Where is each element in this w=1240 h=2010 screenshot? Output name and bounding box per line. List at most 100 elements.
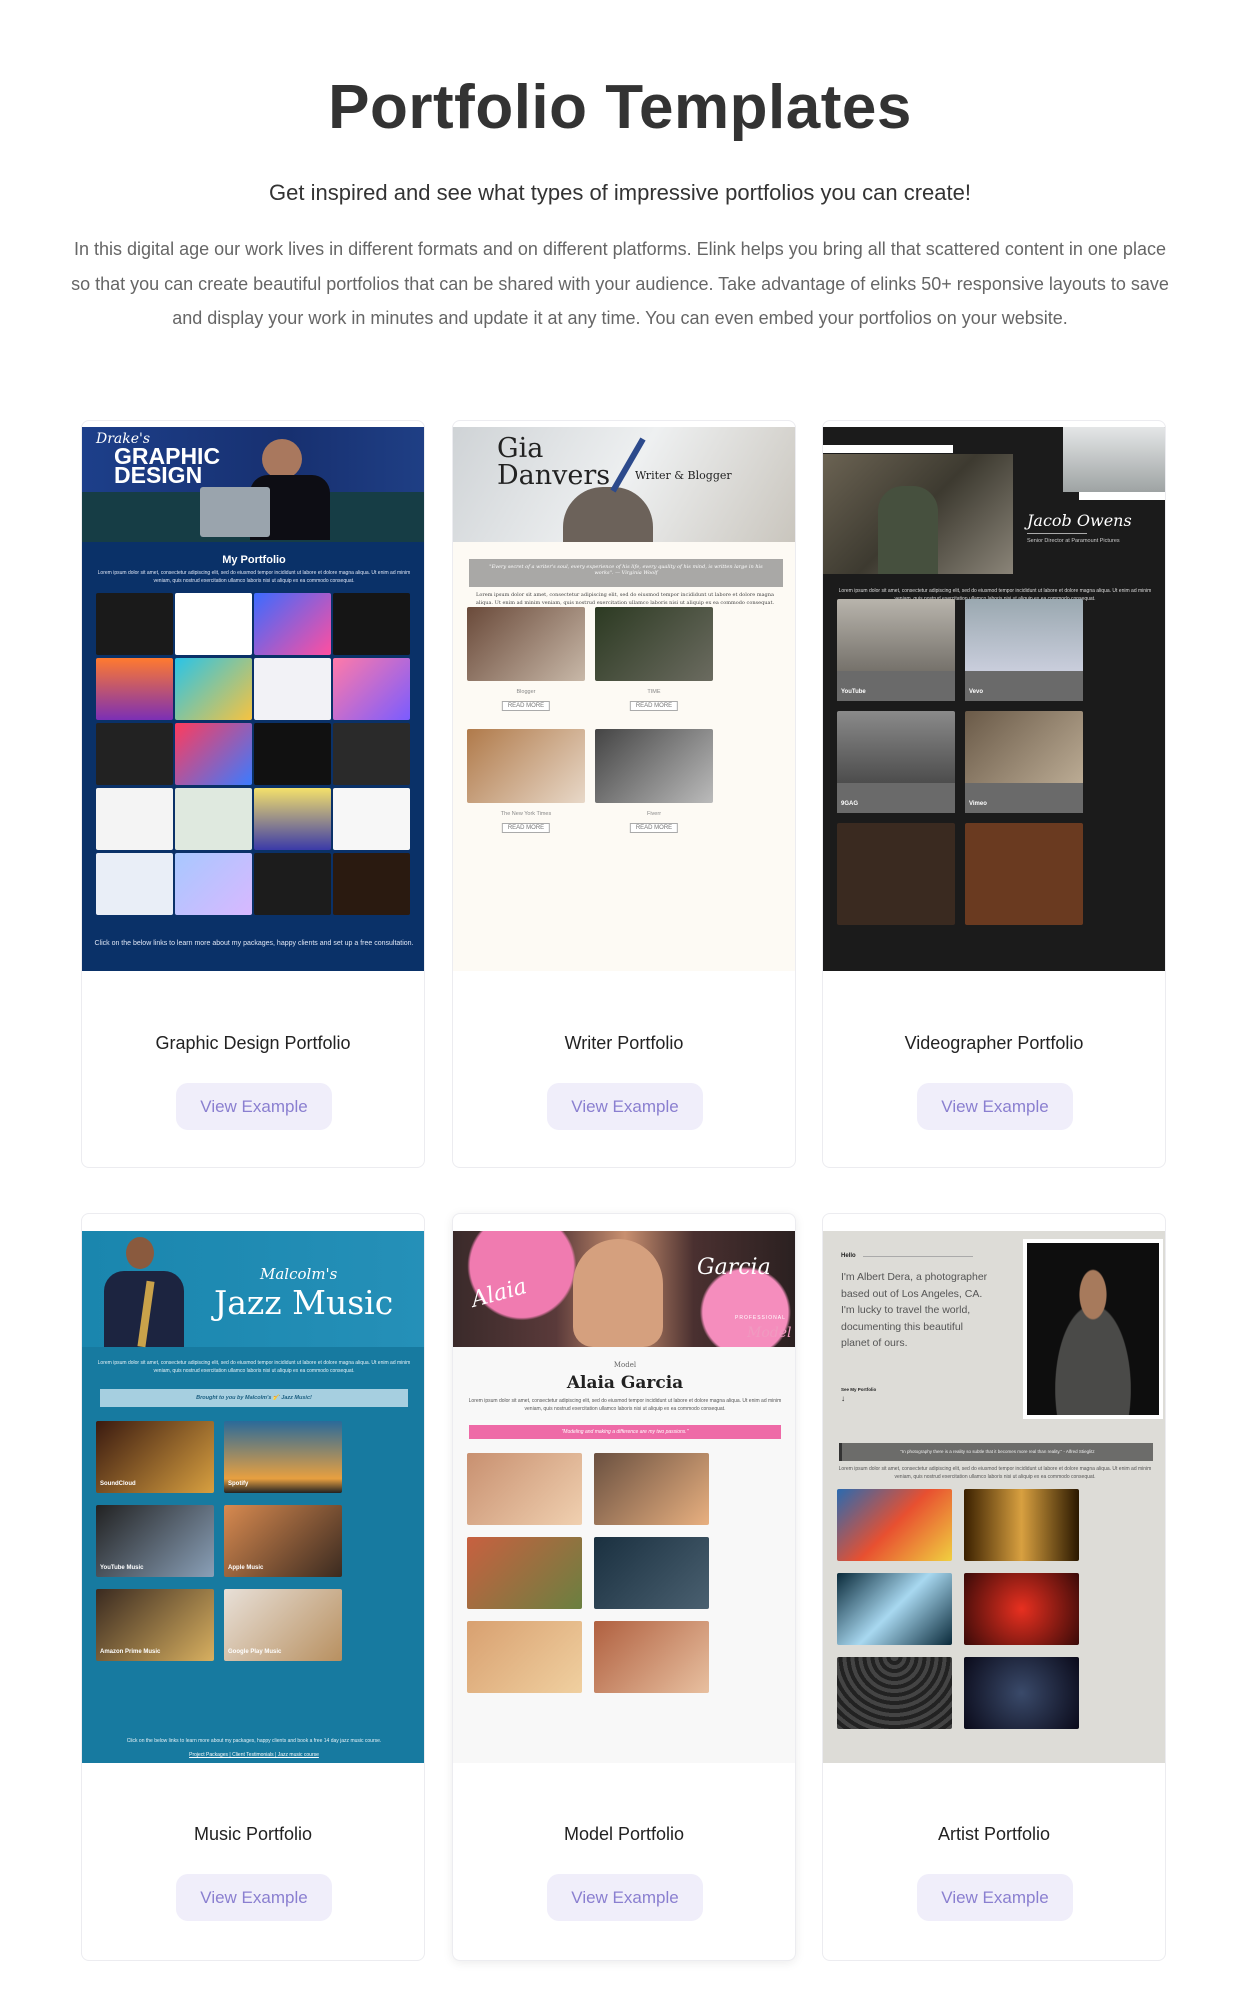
card-videographer: Jacob Owens Senior Director at Paramount… bbox=[822, 420, 1166, 1168]
lorem-text: Lorem ipsum dolor sit amet, consectetur … bbox=[468, 1398, 782, 1412]
lorem-text: Lorem ipsum dolor sit amet, consectetur … bbox=[838, 1466, 1152, 1480]
card-caption: Artist Portfolio bbox=[937, 1824, 1051, 1844]
gallery-tile: SoundCloud bbox=[96, 1421, 214, 1493]
quote-box: "Every secret of a writer's soul, every … bbox=[469, 559, 783, 587]
view-example-button[interactable]: View Example bbox=[176, 1083, 332, 1130]
gallery-tile bbox=[333, 593, 410, 655]
gallery-tile bbox=[96, 788, 173, 850]
tile-label: SoundCloud bbox=[100, 1481, 136, 1487]
hero-headline: GRAPHIC DESIGN bbox=[114, 443, 221, 488]
tile-label: Vimeo bbox=[969, 801, 987, 807]
view-example-button[interactable]: View Example bbox=[547, 1083, 703, 1130]
thumbnail-model[interactable]: Alaia Garcia PROFESSIONAL Model Model Al… bbox=[453, 1231, 795, 1763]
card-caption: Videographer Portfolio bbox=[904, 1033, 1084, 1053]
gallery-tile bbox=[333, 788, 410, 850]
gallery-tile bbox=[96, 593, 173, 655]
card-caption: Model Portfolio bbox=[563, 1824, 685, 1844]
gallery-tile bbox=[254, 658, 331, 720]
page-subtitle: Get inspired and see what types of impre… bbox=[269, 180, 971, 205]
gallery-tile: Vimeo bbox=[965, 711, 1083, 813]
tile-label: Fiverr bbox=[646, 811, 662, 817]
gallery-tile: Amazon Prime Music bbox=[96, 1589, 214, 1661]
gallery-tile bbox=[965, 823, 1083, 925]
gallery-tile bbox=[96, 658, 173, 720]
footer-links[interactable]: Project Packages | Client Testimonials |… bbox=[82, 1751, 424, 1759]
gallery-tile bbox=[467, 1537, 582, 1609]
gallery-tile: The New York Times READ MORE bbox=[467, 729, 585, 833]
gallery-tile: Apple Music bbox=[224, 1505, 342, 1577]
see-portfolio-link[interactable]: See My Portfolio bbox=[841, 1387, 876, 1392]
tile-label: TIME bbox=[647, 689, 661, 695]
read-more-button[interactable]: READ MORE bbox=[629, 701, 679, 711]
card-caption: Writer Portfolio bbox=[564, 1033, 684, 1053]
read-more-button[interactable]: READ MORE bbox=[501, 823, 551, 833]
gallery-tile: YouTube bbox=[837, 599, 955, 701]
thumbnail-graphic-design[interactable]: Drake's GRAPHIC DESIGN My Portfolio Lorem… bbox=[82, 427, 424, 971]
gallery-tile bbox=[175, 788, 252, 850]
gallery-tile bbox=[837, 1573, 952, 1645]
gallery-tile bbox=[594, 1453, 709, 1525]
page-title: Portfolio Templates bbox=[328, 73, 912, 142]
arrow-down-icon: ↓ bbox=[841, 1394, 845, 1403]
gallery-tile bbox=[96, 853, 173, 915]
read-more-button[interactable]: READ MORE bbox=[501, 701, 551, 711]
hero-photo: Alaia Garcia PROFESSIONAL Model bbox=[453, 1231, 795, 1347]
script-first-name: Alaia bbox=[468, 1274, 530, 1313]
view-example-button[interactable]: View Example bbox=[176, 1874, 332, 1921]
thumbnail-footer-text: Click on the below links to learn more a… bbox=[94, 940, 414, 947]
tile-label: Apple Music bbox=[228, 1565, 264, 1571]
gallery-tile bbox=[175, 593, 252, 655]
tile-label: Vevo bbox=[969, 689, 984, 695]
gallery-tile bbox=[594, 1537, 709, 1609]
gallery-tile bbox=[96, 723, 173, 785]
thumbnail-videographer[interactable]: Jacob Owens Senior Director at Paramount… bbox=[823, 427, 1165, 971]
script-last-name: Garcia bbox=[697, 1255, 771, 1280]
gallery-tile bbox=[594, 1621, 709, 1693]
script-title: Malcolm's bbox=[260, 1265, 338, 1283]
tile-label: YouTube Music bbox=[100, 1565, 144, 1571]
thumbnail-music[interactable]: Malcolm's Jazz Music Lorem ipsum dolor s… bbox=[82, 1231, 424, 1763]
hero-headline: Jazz Music bbox=[214, 1283, 394, 1322]
banner: Brought to you by Malcolm's 🎷 Jazz Music… bbox=[100, 1389, 408, 1407]
gallery-tile bbox=[333, 723, 410, 785]
gallery-tile: YouTube Music bbox=[96, 1505, 214, 1577]
card-writer: Gia Danvers Writer & Blogger "Every secre… bbox=[452, 420, 796, 1168]
tile-label: Google Play Music bbox=[228, 1649, 282, 1655]
gallery-tile bbox=[333, 658, 410, 720]
gallery-tile bbox=[175, 723, 252, 785]
gallery-tile bbox=[175, 853, 252, 915]
thumbnail-artist[interactable]: Hello I'm Albert Dera, a photographer ba… bbox=[823, 1231, 1165, 1763]
thumbnail-writer[interactable]: Gia Danvers Writer & Blogger "Every secre… bbox=[453, 427, 795, 971]
gallery-tile bbox=[964, 1657, 1079, 1729]
tile-label: The New York Times bbox=[500, 811, 552, 817]
gallery-tile bbox=[467, 1453, 582, 1525]
gallery-tile bbox=[254, 593, 331, 655]
view-example-button[interactable]: View Example bbox=[917, 1083, 1073, 1130]
gallery-tile bbox=[254, 723, 331, 785]
read-more-button[interactable]: READ MORE bbox=[629, 823, 679, 833]
lorem-text: Lorem ipsum dolor sit amet, consectetur … bbox=[97, 1360, 411, 1374]
gallery-tile bbox=[837, 823, 955, 925]
thumbnail-footer-text: Click on the below links to learn more a… bbox=[126, 1738, 382, 1744]
gallery-tile bbox=[333, 853, 410, 915]
card-artist: Hello I'm Albert Dera, a photographer ba… bbox=[822, 1213, 1166, 1961]
writer-name: Gia Danvers bbox=[497, 433, 611, 491]
tile-label: Amazon Prime Music bbox=[100, 1649, 161, 1655]
hello-label: Hello bbox=[841, 1253, 856, 1259]
professional-tag: PROFESSIONAL bbox=[735, 1315, 786, 1321]
view-example-button[interactable]: View Example bbox=[917, 1874, 1073, 1921]
card-graphic-design: Drake's GRAPHIC DESIGN My Portfolio Lorem… bbox=[81, 420, 425, 1168]
tile-label: YouTube bbox=[841, 689, 866, 695]
card-model: Alaia Garcia PROFESSIONAL Model Model Al… bbox=[452, 1213, 796, 1961]
tile-label: Spotify bbox=[228, 1481, 249, 1487]
section-title: My Portfolio bbox=[222, 554, 286, 566]
gallery-tile: Blogger READ MORE bbox=[467, 607, 585, 711]
videographer-role: Senior Director at Paramount Pictures bbox=[1027, 538, 1120, 544]
tile-label: Blogger bbox=[516, 689, 536, 695]
artist-intro: I'm Albert Dera, a photographer based ou… bbox=[841, 1271, 988, 1349]
card-caption: Graphic Design Portfolio bbox=[155, 1033, 351, 1053]
gallery-tile bbox=[837, 1657, 952, 1729]
card-music: Malcolm's Jazz Music Lorem ipsum dolor s… bbox=[81, 1213, 425, 1961]
hero-photo bbox=[823, 454, 1013, 574]
view-example-button[interactable]: View Example bbox=[547, 1874, 703, 1921]
